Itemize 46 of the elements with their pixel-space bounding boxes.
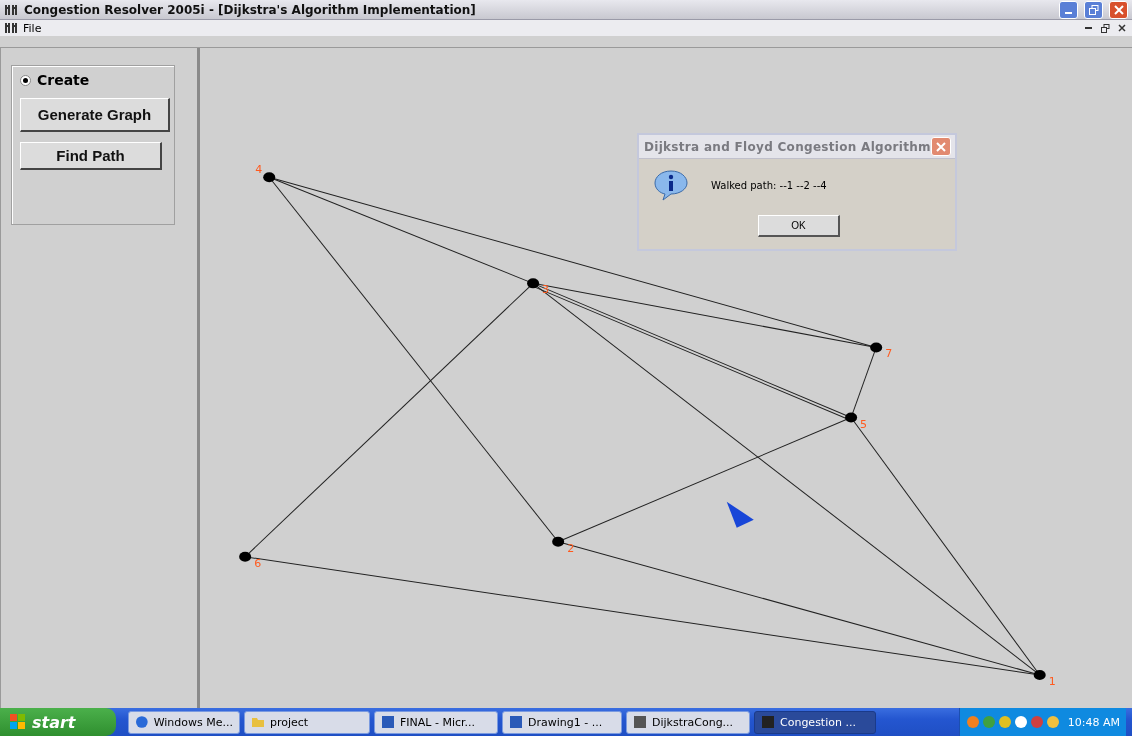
graph-node xyxy=(239,551,252,562)
node-label: 3 xyxy=(542,283,550,297)
taskbar-button[interactable]: Congestion ... xyxy=(754,710,876,734)
restore-icon[interactable] xyxy=(1099,22,1111,34)
tray-icon[interactable] xyxy=(1013,715,1028,729)
node-label: 5 xyxy=(860,417,868,431)
graph-node xyxy=(527,278,540,289)
create-radio[interactable]: Create xyxy=(20,72,90,88)
node-label: 1 xyxy=(1048,674,1056,688)
taskbar-button[interactable]: Windows Me... xyxy=(128,710,240,734)
restore-button[interactable] xyxy=(1084,0,1103,19)
taskbar-button[interactable]: FINAL - Micr... xyxy=(374,710,498,734)
dialog-title: Dijkstra and Floyd Congestion Algorithm xyxy=(644,139,931,154)
close-button[interactable] xyxy=(930,137,951,156)
close-icon[interactable] xyxy=(1116,22,1128,34)
taskbar-button[interactable]: Drawing1 - ... xyxy=(502,710,622,734)
node-label: 2 xyxy=(567,541,575,555)
dialog-message: Walked path: --1 --2 --4 xyxy=(711,179,827,191)
clock: 10:48 AM xyxy=(1067,715,1120,729)
node-label: 6 xyxy=(254,556,262,570)
minimize-icon xyxy=(1065,11,1072,14)
cursor-icon xyxy=(726,501,754,528)
generate-graph-button[interactable]: Generate Graph xyxy=(20,98,170,132)
taskbar-button[interactable]: DijkstraCong... xyxy=(626,710,750,734)
menu-item[interactable]: File xyxy=(23,21,42,35)
graph-node xyxy=(870,342,883,353)
close-icon xyxy=(935,141,946,152)
tray-icon[interactable] xyxy=(997,715,1012,729)
close-button[interactable] xyxy=(1109,0,1128,19)
find-path-button[interactable]: Find Path xyxy=(20,142,162,170)
tray-icon[interactable] xyxy=(1045,715,1060,729)
windows-logo-icon xyxy=(10,714,26,730)
node-label: 7 xyxy=(885,347,893,361)
window-title: Congestion Resolver 2005i - [Dijkstra's Algorithm Implementation] xyxy=(24,2,477,17)
info-icon xyxy=(653,169,689,201)
node-label: 4 xyxy=(255,163,263,177)
ok-button[interactable]: OK xyxy=(758,215,840,237)
graph-node xyxy=(552,536,565,547)
graph-node xyxy=(1033,669,1046,680)
restore-icon xyxy=(1088,4,1099,15)
minimize-button[interactable] xyxy=(1059,0,1078,19)
folder-icon xyxy=(251,715,265,729)
taskbar-button[interactable]: project xyxy=(244,710,370,734)
graph-node xyxy=(263,172,276,183)
close-icon xyxy=(1113,4,1124,15)
graph-node xyxy=(845,412,858,423)
